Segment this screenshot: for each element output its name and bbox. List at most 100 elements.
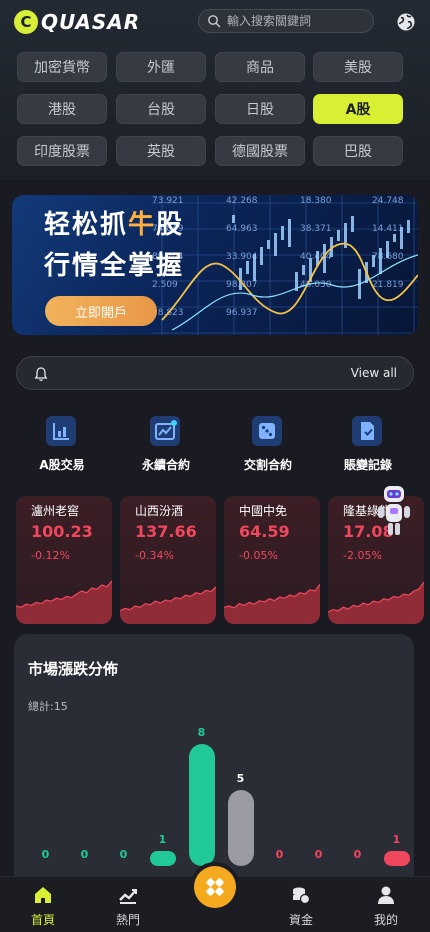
stock-cards: 瀘州老窖 100.23 -0.12% 山西汾酒 137.66 -0.34% 中國…: [16, 496, 430, 624]
search-box[interactable]: [198, 9, 374, 33]
market-tab-hk-stocks[interactable]: 港股: [17, 94, 107, 124]
stock-sparkline: [120, 586, 216, 624]
tab-label: 資金: [288, 913, 313, 927]
market-tab-forex[interactable]: 外匯: [116, 52, 206, 82]
banner-candlestick: [253, 254, 256, 281]
stock-name: 中國中免: [239, 504, 288, 518]
market-tab-uk-stocks[interactable]: 英股: [116, 136, 206, 166]
profile-icon: [378, 886, 394, 904]
stock-card[interactable]: 山西汾酒 137.66 -0.34%: [120, 496, 216, 624]
quick-action-label: 交割合約: [243, 458, 292, 472]
distribution-bar-value: 8: [197, 726, 206, 739]
logo-mark: C: [14, 10, 38, 34]
quick-action-label: A股交易: [39, 458, 85, 472]
market-tab-us-stocks[interactable]: 美股: [313, 52, 403, 82]
tab-label: 熱門: [115, 913, 140, 927]
market-tab-commodities[interactable]: 商品: [215, 52, 305, 82]
stock-change: -0.12%: [31, 549, 70, 562]
banner-title: 轻松抓牛股: [44, 207, 184, 243]
banner-grid-number: 38.371: [300, 224, 332, 234]
center-action-button[interactable]: [194, 866, 236, 908]
quick-action-label: 賬變記錄: [343, 458, 392, 472]
globe-icon[interactable]: [396, 12, 416, 32]
distribution-bar-value: 0: [353, 848, 362, 861]
market-tab-de-stocks[interactable]: 德國股票: [215, 136, 305, 166]
banner-grid-number: 73.921: [152, 196, 184, 206]
quick-action-delivery[interactable]: 交割合約: [218, 414, 318, 474]
stock-change: -2.05%: [343, 549, 382, 562]
banner-candlestick: [351, 216, 354, 232]
banner-subtitle: 行情全掌握: [44, 251, 185, 281]
market-tab-br-stocks[interactable]: 巴股: [313, 136, 403, 166]
stock-name: 山西汾酒: [135, 504, 184, 518]
distribution-bar-value: 5: [236, 771, 245, 785]
market-distribution-panel: 市場漲跌分佈 總計:15 0 0 0 1 8 5 0 0 0 1: [14, 634, 414, 894]
market-tab-a-shares[interactable]: A股: [313, 94, 403, 124]
quick-action-a-share-trading[interactable]: A股交易: [12, 414, 112, 474]
tab-funds[interactable]: 資金: [271, 883, 331, 929]
stock-sparkline: [328, 581, 424, 624]
distribution-bar-value: 0: [41, 848, 50, 861]
market-tab-jp-stocks[interactable]: 日股: [215, 94, 305, 124]
distribution-bar-value: 0: [275, 848, 284, 861]
sparkline-area: [120, 586, 216, 624]
banner-candlestick: [323, 244, 326, 273]
logo-text: QUASAR: [41, 10, 141, 34]
robot-assistant-icon[interactable]: [376, 484, 412, 540]
stock-change: -0.34%: [135, 549, 174, 562]
bell-icon: [34, 367, 48, 381]
quick-actions: A股交易 永續合約 交割合約 賬變記錄: [0, 414, 430, 474]
search-input[interactable]: [227, 14, 367, 28]
tab-hot[interactable]: 熱門: [98, 883, 158, 929]
market-tab-india-stocks[interactable]: 印度股票: [17, 136, 107, 166]
banner-title-post: 股: [156, 210, 185, 240]
distribution-title: 市場漲跌分佈: [28, 660, 119, 678]
banner-candlestick: [274, 233, 277, 256]
top-bar: C QUASAR: [0, 8, 430, 36]
stock-price: 100.23: [31, 522, 93, 541]
banner-grid-number: 96.937: [226, 308, 258, 318]
stock-card[interactable]: 瀘州老窖 100.23 -0.12%: [16, 496, 112, 624]
distribution-bar-value: 1: [158, 832, 167, 846]
banner-grid-number: 24.748: [372, 196, 404, 206]
coins-icon: [293, 887, 311, 905]
market-tab-tw-stocks[interactable]: 台股: [116, 94, 206, 124]
banner-grid-number: 21.819: [372, 280, 404, 290]
bar-chart-icon: [46, 416, 76, 446]
banner-candlestick: [232, 215, 235, 223]
banner-candlestick: [260, 247, 263, 265]
stock-sparkline: [16, 580, 112, 624]
home-icon: [35, 887, 51, 903]
banner-grid-number: 42.268: [226, 196, 258, 206]
banner-grid-number: 18.380: [300, 196, 332, 206]
distribution-bar: [227, 789, 254, 866]
quick-action-records[interactable]: 賬變記錄: [318, 414, 418, 474]
stock-price: 64.59: [239, 522, 290, 541]
center-action-icon: [206, 878, 224, 896]
tab-home[interactable]: 首頁: [13, 883, 73, 929]
tab-profile[interactable]: 我的: [356, 883, 416, 929]
banner-candlestick: [288, 219, 291, 247]
distribution-bar-value: 1: [392, 832, 401, 846]
app-logo[interactable]: C QUASAR: [14, 10, 140, 34]
banner-candlestick: [281, 226, 284, 240]
banner-candlestick: [393, 234, 396, 242]
banner-candlestick: [302, 265, 305, 275]
banner-grid-number: 14.411: [372, 224, 404, 234]
record-icon: [352, 416, 382, 446]
banner-candlestick: [400, 227, 403, 249]
stock-price: 137.66: [135, 522, 197, 541]
market-tab-crypto[interactable]: 加密貨幣: [17, 52, 107, 82]
distribution-bar: [149, 850, 176, 866]
view-all-link[interactable]: View all: [351, 366, 397, 380]
trend-chart-icon: [150, 416, 180, 446]
banner-candlestick: [386, 241, 389, 258]
quick-action-perpetual[interactable]: 永續合約: [116, 414, 216, 474]
announcement-bar[interactable]: View all: [16, 356, 414, 390]
promo-banner[interactable]: 73.921 42.268 18.380 24.748 74.849 64.963 38.3…: [12, 195, 418, 335]
banner-candlestick: [372, 255, 375, 267]
stock-card[interactable]: 中國中免 64.59 -0.05%: [224, 496, 320, 624]
open-account-button[interactable]: 立即開戶: [45, 296, 157, 326]
sparkline-area: [328, 582, 424, 624]
dice-icon: [252, 416, 282, 446]
